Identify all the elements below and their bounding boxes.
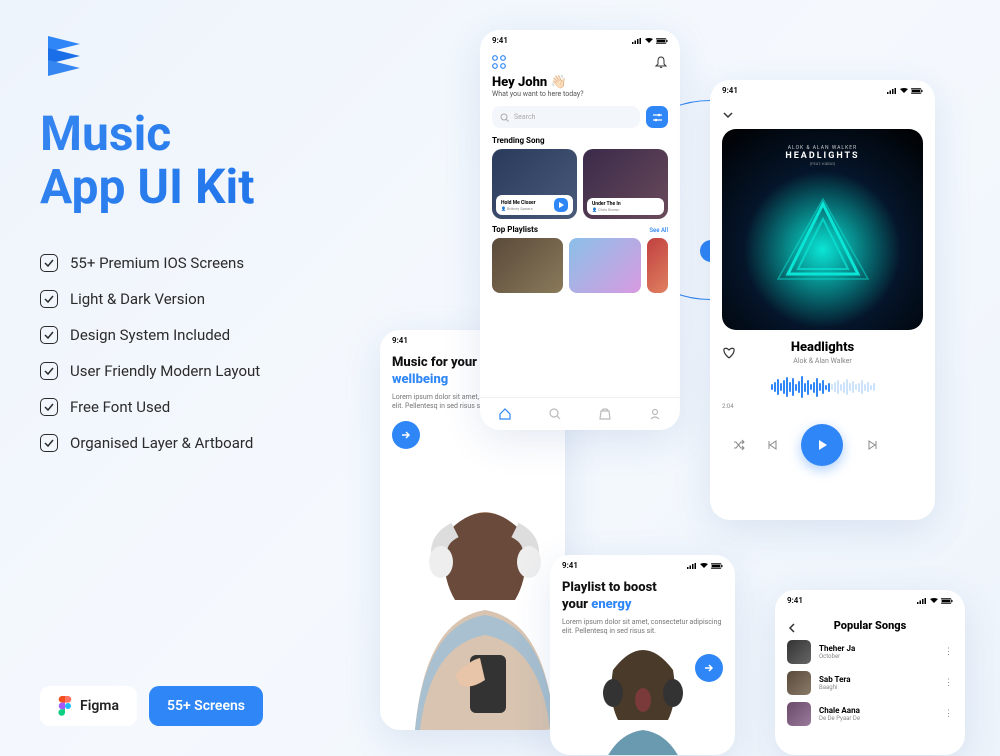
screen-player: 9:41 ALOK & ALAN WALKER HEADLIGHTS (FEAT… xyxy=(710,80,935,520)
check-icon xyxy=(40,434,58,452)
more-icon[interactable]: ⋮ xyxy=(944,647,953,657)
song-artist: Alok & Alan Walker xyxy=(746,357,899,365)
screens-label: 55+ Screens xyxy=(167,698,245,714)
section-trending: Trending Song xyxy=(492,136,545,145)
song-art xyxy=(787,702,811,726)
playlist-card[interactable] xyxy=(492,238,563,293)
page-title: Music App UI Kit xyxy=(40,108,370,214)
bottom-nav xyxy=(480,397,680,430)
feature-item: Light & Dark Version xyxy=(70,290,205,308)
play-button[interactable] xyxy=(801,424,843,466)
check-icon xyxy=(40,398,58,416)
song-title: Headlights xyxy=(746,340,899,355)
check-icon xyxy=(40,290,58,308)
brand-logo xyxy=(40,30,88,78)
see-all-link[interactable]: See All xyxy=(649,227,668,234)
song-row[interactable]: Chale AanaDe De Pyaar De ⋮ xyxy=(787,702,953,726)
status-time: 9:41 xyxy=(722,86,738,95)
status-time: 9:41 xyxy=(562,561,578,570)
more-icon[interactable]: ⋮ xyxy=(944,709,953,719)
shuffle-button[interactable] xyxy=(733,439,745,451)
grid-icon[interactable] xyxy=(492,55,506,69)
back-icon[interactable] xyxy=(787,623,797,633)
filter-icon xyxy=(652,112,663,123)
nav-search[interactable] xyxy=(547,406,563,422)
waveform[interactable] xyxy=(722,375,923,399)
feature-item: Free Font Used xyxy=(70,398,170,416)
nav-home[interactable] xyxy=(497,406,513,422)
play-icon xyxy=(815,438,829,452)
previous-button[interactable] xyxy=(767,439,779,451)
status-time: 9:41 xyxy=(492,36,508,45)
song-art xyxy=(787,640,811,664)
notification-icon[interactable] xyxy=(654,55,668,69)
onboard-heading: Playlist to boost your energy xyxy=(562,580,723,614)
song-row[interactable]: Theher JaOctober ⋮ xyxy=(787,640,953,664)
song-row[interactable]: Sab TeraBaaghi ⋮ xyxy=(787,671,953,695)
feature-item: 55+ Premium IOS Screens xyxy=(70,254,244,272)
playlist-card[interactable] xyxy=(569,238,640,293)
trending-card[interactable]: Under The In👤 Chris Brown xyxy=(583,149,668,219)
screen-popular-songs: 9:41 Popular Songs Theher JaOctober ⋮ Sa… xyxy=(775,590,965,755)
features-list: 55+ Premium IOS Screens Light & Dark Ver… xyxy=(40,254,370,452)
play-button[interactable] xyxy=(554,198,568,212)
arrow-right-icon xyxy=(400,429,412,441)
hero-illustration xyxy=(385,480,565,730)
nav-library[interactable] xyxy=(597,406,613,422)
section-playlists: Top Playlists xyxy=(492,225,538,234)
playlist-card[interactable] xyxy=(647,238,668,293)
check-icon xyxy=(40,362,58,380)
favorite-button[interactable] xyxy=(722,346,736,360)
filter-button[interactable] xyxy=(646,106,668,128)
figma-icon xyxy=(58,696,72,716)
figma-label: Figma xyxy=(80,698,119,714)
hero-illustration xyxy=(563,625,723,755)
status-icons xyxy=(917,598,953,604)
feature-item: Organised Layer & Artboard xyxy=(70,434,253,452)
song-art xyxy=(787,671,811,695)
screen-home: 9:41 Hey John 👋🏻 What you want to here t… xyxy=(480,30,680,430)
screen-onboarding-energy: 9:41 Playlist to boost your energy Lorem… xyxy=(550,555,735,755)
nav-profile[interactable] xyxy=(647,406,663,422)
popular-heading: Popular Songs xyxy=(803,619,937,632)
feature-item: User Friendly Modern Layout xyxy=(70,362,260,380)
more-icon[interactable]: ⋮ xyxy=(944,678,953,688)
feature-item: Design System Included xyxy=(70,326,230,344)
status-icons xyxy=(687,563,723,569)
greeting-sub: What you want to here today? xyxy=(492,90,668,98)
search-input[interactable]: Search xyxy=(492,106,640,128)
time-current: 2:04 xyxy=(722,403,734,410)
check-icon xyxy=(40,326,58,344)
search-icon xyxy=(500,113,509,122)
next-button[interactable] xyxy=(866,439,878,451)
status-time: 9:41 xyxy=(392,336,408,345)
status-icons xyxy=(887,88,923,94)
greeting: Hey John 👋🏻 xyxy=(492,75,668,90)
chevron-down-icon[interactable] xyxy=(722,109,734,121)
status-icons xyxy=(632,38,668,44)
figma-badge[interactable]: Figma xyxy=(40,686,137,726)
check-icon xyxy=(40,254,58,272)
trending-card[interactable]: Hold Me Closer👤 Britney Spears xyxy=(492,149,577,219)
album-art: ALOK & ALAN WALKER HEADLIGHTS (FEAT. KID… xyxy=(722,129,923,330)
next-button[interactable] xyxy=(392,421,420,449)
status-time: 9:41 xyxy=(787,596,803,605)
screens-badge[interactable]: 55+ Screens xyxy=(149,686,263,726)
